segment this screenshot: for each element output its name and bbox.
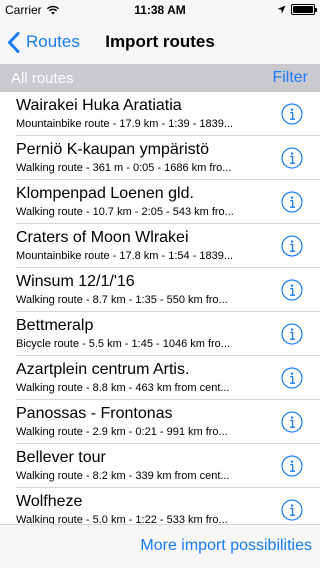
route-title: Bellever tour (16, 449, 106, 466)
route-subtitle: Bicycle route - 5.5 km - 1:45 - 1046 km … (16, 338, 230, 350)
chevron-left-icon (8, 31, 20, 53)
back-button-label: Routes (26, 32, 80, 51)
route-subtitle: Walking route - 361 m - 0:05 - 1686 km f… (16, 162, 232, 174)
route-row[interactable]: Wairakei Huka Aratiatia Mountainbike rout… (0, 92, 320, 136)
route-subtitle: Walking route - 8.2 km - 339 km from cen… (16, 470, 230, 482)
info-icon[interactable] (281, 367, 303, 389)
route-row[interactable]: Panossas - Frontonas Walking route - 2.9 … (0, 400, 320, 444)
route-row[interactable]: Perniö K-kaupan ympäristö Walking route -… (0, 136, 320, 180)
route-subtitle: Walking route - 10.7 km - 2:05 - 543 km … (16, 206, 234, 218)
route-row[interactable]: Bettmeralp Bicycle route - 5.5 km - 1:45 … (0, 312, 320, 356)
status-right (277, 4, 317, 15)
route-subtitle: Walking route - 8.7 km - 1:35 - 550 km f… (16, 294, 228, 306)
route-title: Perniö K-kaupan ympäristö (16, 141, 209, 158)
battery-level (293, 6, 313, 13)
route-title: Winsum 12/1/'16 (16, 273, 135, 290)
route-title: Panossas - Frontonas (16, 405, 173, 422)
route-title: Wairakei Huka Aratiatia (16, 97, 182, 114)
info-icon[interactable] (281, 279, 303, 301)
location-arrow-icon (277, 5, 286, 14)
info-icon[interactable] (281, 191, 303, 213)
route-title: Craters of Moon Wlrakei (16, 229, 189, 246)
route-subtitle: Mountainbike route - 17.9 km - 1:39 - 18… (16, 118, 234, 130)
battery-icon (291, 4, 317, 15)
section-header: All routes Filter (0, 64, 320, 92)
battery-tip (315, 8, 317, 12)
route-title: Azartplein centrum Artis. (16, 361, 190, 378)
route-subtitle: Mountainbike route - 17.8 km - 1:54 - 18… (16, 250, 234, 262)
info-icon[interactable] (281, 411, 303, 433)
route-subtitle: Walking route - 2.9 km - 0:21 - 991 km f… (16, 426, 228, 438)
route-row[interactable]: Azartplein centrum Artis. Walking route -… (0, 356, 320, 400)
navigation-bar: Routes Import routes (0, 20, 320, 64)
route-title: Klompenpad Loenen gld. (16, 185, 194, 202)
status-bar: Carrier 11:38 AM (0, 0, 320, 20)
section-title: All routes (11, 70, 74, 87)
route-row[interactable]: Craters of Moon Wlrakei Mountainbike rout… (0, 224, 320, 268)
more-import-possibilities-button[interactable]: More import possibilities (140, 537, 312, 555)
route-title: Bettmeralp (16, 317, 94, 334)
route-row[interactable]: Wolfheze Walking route - 5.0 km - 1:22 - … (0, 488, 320, 524)
info-icon[interactable] (281, 103, 303, 125)
info-icon[interactable] (281, 323, 303, 345)
route-row[interactable]: Winsum 12/1/'16 Walking route - 8.7 km - … (0, 268, 320, 312)
route-subtitle: Walking route - 5.0 km - 1:22 - 533 km f… (16, 514, 228, 524)
route-row[interactable]: Klompenpad Loenen gld. Walking route - 10… (0, 180, 320, 224)
status-time: 11:38 AM (134, 3, 186, 17)
info-icon[interactable] (281, 455, 303, 477)
bottom-toolbar: More import possibilities (0, 524, 320, 568)
route-list[interactable]: Wairakei Huka Aratiatia Mountainbike rout… (0, 92, 320, 524)
info-icon[interactable] (281, 235, 303, 257)
back-button[interactable]: Routes (7, 20, 80, 64)
info-icon[interactable] (281, 147, 303, 169)
route-title: Wolfheze (16, 493, 83, 510)
filter-button[interactable]: Filter (272, 69, 308, 87)
route-row[interactable]: Bellever tour Walking route - 8.2 km - 33… (0, 444, 320, 488)
info-icon[interactable] (281, 499, 303, 521)
route-subtitle: Walking route - 8.8 km - 463 km from cen… (16, 382, 230, 394)
